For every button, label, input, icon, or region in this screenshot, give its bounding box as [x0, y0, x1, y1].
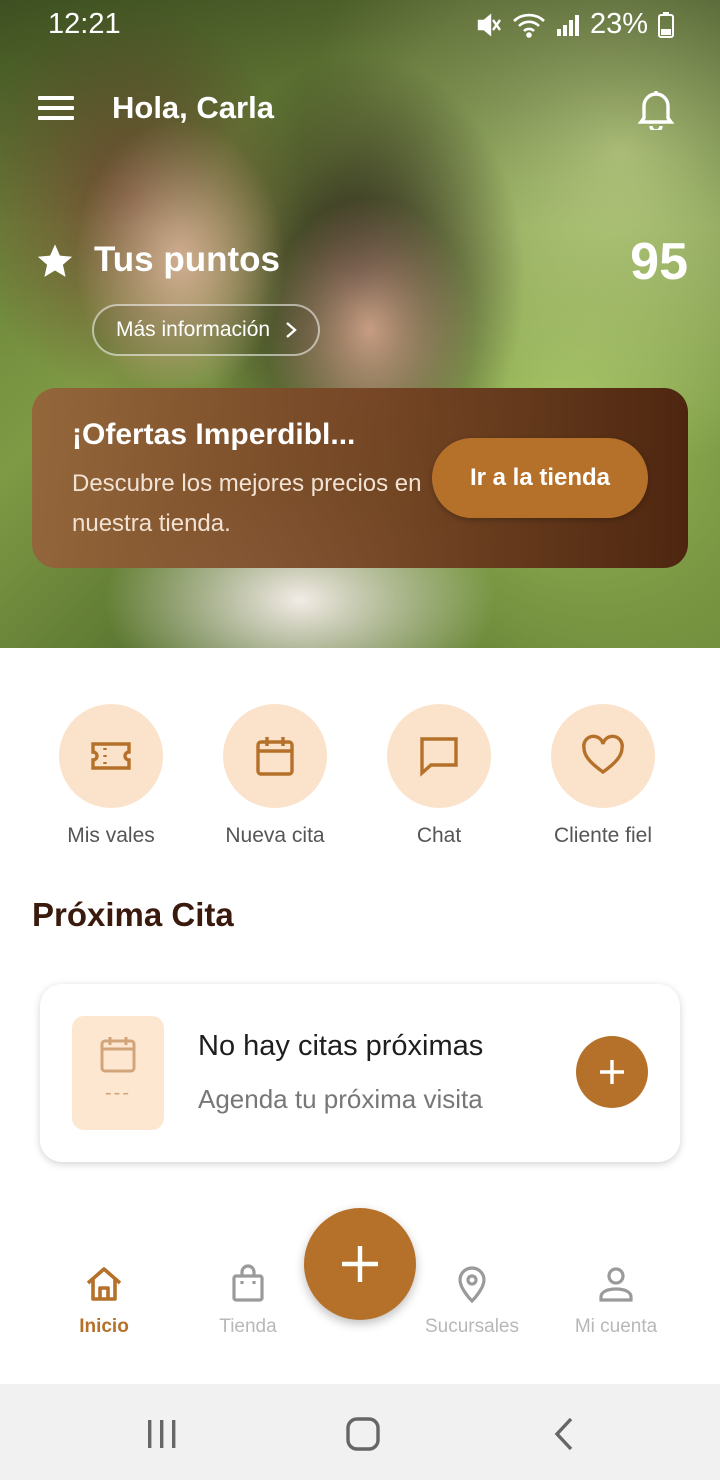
battery-percent: 23%: [589, 8, 648, 40]
notifications-button[interactable]: [636, 86, 676, 133]
nav-item-mi-cuenta[interactable]: Mi cuenta: [541, 1264, 691, 1338]
hamburger-menu-icon: [38, 96, 74, 120]
calendar-icon: [256, 737, 294, 776]
status-bar: 12:21 23%: [0, 0, 720, 50]
points-label: Tus puntos: [94, 240, 280, 279]
add-fab-button[interactable]: [304, 1208, 416, 1320]
home-icon: [86, 1267, 122, 1301]
appointment-date-placeholder: ---: [105, 1082, 131, 1104]
points-value: 95: [630, 233, 688, 291]
system-navigation-bar: [0, 1384, 720, 1480]
add-appointment-button[interactable]: [576, 1036, 648, 1108]
next-appointment-card[interactable]: --- No hay citas próximas Agenda tu próx…: [40, 984, 680, 1162]
home-button-icon[interactable]: [343, 1414, 383, 1454]
nav-item-tienda[interactable]: Tienda: [173, 1264, 323, 1338]
chat-icon: [420, 737, 458, 777]
section-title-next-appointment: Próxima Cita: [32, 896, 234, 933]
wifi-icon: [513, 13, 545, 38]
more-info-button[interactable]: Más información: [92, 304, 321, 356]
quick-actions: Mis vales Nueva cita Chat Cliente fiel: [0, 700, 720, 860]
nav-label: Sucursales: [425, 1316, 519, 1337]
calendar-icon: [100, 1037, 136, 1073]
back-icon[interactable]: [545, 1414, 585, 1454]
action-label: Cliente fiel: [553, 824, 653, 847]
action-label: Mis vales: [67, 824, 155, 847]
action-nueva-cita[interactable]: Nueva cita: [193, 704, 357, 848]
status-icons: 23%: [476, 8, 674, 41]
greeting-title: Hola, Carla: [112, 90, 274, 125]
chevron-right-icon: [286, 322, 297, 338]
appointment-date-box: ---: [72, 1016, 164, 1130]
signal-icon: [556, 14, 579, 36]
heart-icon: [582, 734, 624, 775]
action-icon-circle: [59, 704, 163, 808]
shopping-bag-icon: [232, 1264, 264, 1302]
status-time: 12:21: [48, 8, 121, 40]
plus-icon: [600, 1060, 624, 1084]
bell-icon: [637, 91, 675, 133]
appointment-subtitle: Agenda tu próxima visita: [198, 1084, 483, 1114]
action-label: Nueva cita: [225, 824, 325, 847]
action-icon-circle: [223, 704, 327, 808]
location-pin-icon: [458, 1266, 486, 1304]
hero-banner: 12:21 23% Hola, Carla Tus puntos 95 Más …: [0, 0, 720, 648]
nav-item-sucursales[interactable]: Sucursales: [397, 1264, 547, 1338]
action-mis-vales[interactable]: Mis vales: [29, 704, 193, 848]
action-icon-circle: [387, 704, 491, 808]
battery-icon: [658, 11, 674, 38]
user-icon: [599, 1267, 633, 1302]
go-to-store-button[interactable]: Ir a la tienda: [432, 438, 648, 518]
offer-banner: ¡Ofertas Imperdibl... Descubre los mejor…: [32, 388, 688, 568]
star-icon: [37, 244, 73, 277]
nav-label: Inicio: [79, 1316, 129, 1337]
nav-label: Tienda: [219, 1316, 277, 1337]
offer-title: ¡Ofertas Imperdibl...: [72, 418, 356, 451]
nav-item-inicio[interactable]: Inicio: [29, 1264, 179, 1338]
action-label: Chat: [416, 824, 462, 847]
nav-label: Mi cuenta: [574, 1316, 658, 1337]
action-icon-circle: [551, 704, 655, 808]
more-info-label: Más información: [116, 318, 271, 341]
points-summary: Tus puntos 95: [36, 233, 688, 292]
top-app-bar: Hola, Carla: [0, 80, 720, 136]
appointment-title: No hay citas próximas: [198, 1030, 484, 1062]
recent-apps-icon[interactable]: [142, 1414, 182, 1454]
action-cliente-fiel[interactable]: Cliente fiel: [521, 704, 685, 848]
mute-icon: [477, 12, 501, 37]
ticket-icon: [91, 742, 131, 770]
action-chat[interactable]: Chat: [357, 704, 521, 848]
offer-description: Descubre los mejores precios en nuestra …: [72, 470, 422, 537]
menu-button[interactable]: [36, 92, 76, 124]
plus-icon: [342, 1246, 378, 1282]
